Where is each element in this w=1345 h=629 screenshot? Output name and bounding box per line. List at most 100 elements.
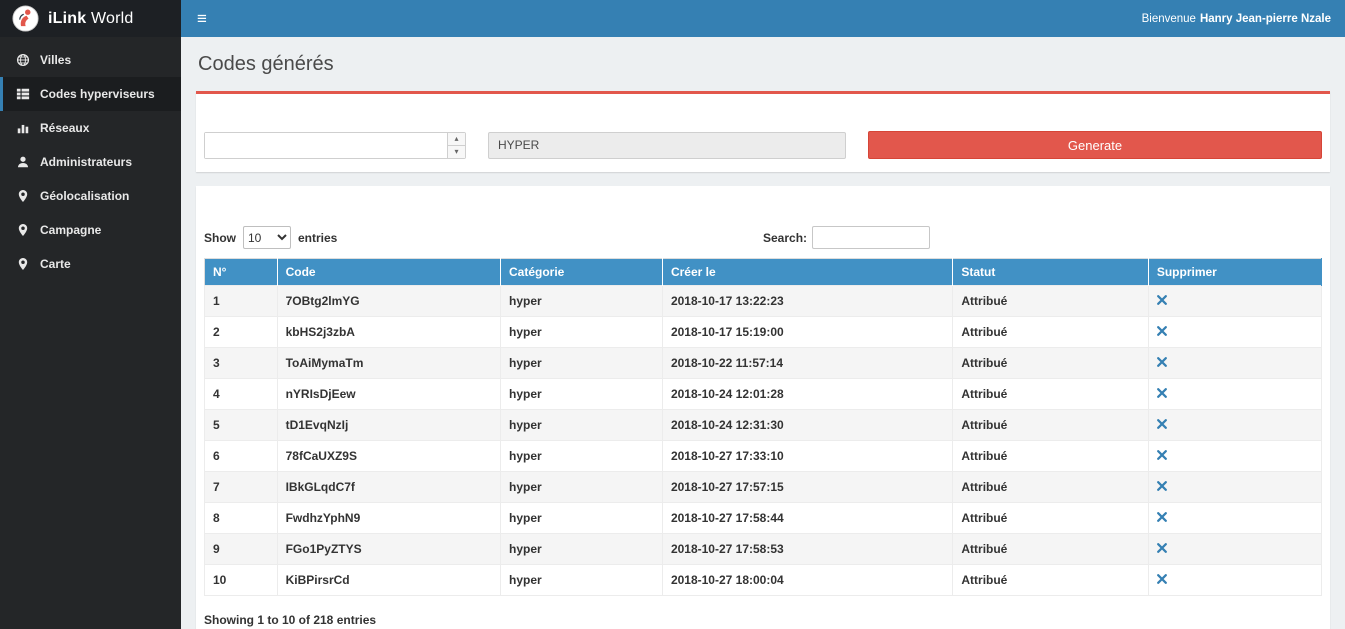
sidebar-item-codes-hyperviseurs[interactable]: Codes hyperviseurs [0, 77, 181, 111]
cell-created: 2018-10-24 12:31:30 [662, 410, 952, 441]
cell-category: hyper [500, 503, 662, 534]
generate-button[interactable]: Generate [868, 131, 1322, 159]
cell-created: 2018-10-27 17:58:53 [662, 534, 952, 565]
cell-num: 3 [205, 348, 278, 379]
column-header-status[interactable]: Statut [953, 259, 1148, 286]
brand-title: iLink World [48, 10, 133, 28]
category-field[interactable] [488, 132, 846, 159]
search-control: Search: [763, 226, 930, 249]
column-header-code[interactable]: Code [277, 259, 500, 286]
table-header-row: N° Code Catégorie Créer le Statut Suppri… [205, 259, 1322, 286]
cell-status: Attribué [953, 348, 1148, 379]
cell-code: 7OBtg2lmYG [277, 286, 500, 317]
sidebar-item-geolocalisation[interactable]: Géolocalisation [0, 179, 181, 213]
sidebar-menu: VillesCodes hyperviseursRéseauxAdministr… [0, 37, 181, 281]
table-row: 17OBtg2lmYGhyper2018-10-17 13:22:23Attri… [205, 286, 1322, 317]
delete-icon[interactable] [1157, 295, 1167, 305]
cell-created: 2018-10-27 17:33:10 [662, 441, 952, 472]
spin-up-icon[interactable]: ▴ [448, 133, 465, 146]
cell-created: 2018-10-17 15:19:00 [662, 317, 952, 348]
cell-delete [1148, 441, 1321, 472]
delete-icon[interactable] [1157, 481, 1167, 491]
search-input[interactable] [812, 226, 930, 249]
marker-icon [16, 223, 30, 237]
cell-delete [1148, 379, 1321, 410]
page-length-control: Show 10 entries [204, 226, 763, 249]
hamburger-icon: ≡ [197, 9, 207, 29]
delete-icon[interactable] [1157, 357, 1167, 367]
delete-icon[interactable] [1157, 512, 1167, 522]
sidebar-item-administrateurs[interactable]: Administrateurs [0, 145, 181, 179]
globe-icon [16, 53, 30, 67]
cell-code: ToAiMymaTm [277, 348, 500, 379]
table-info: Showing 1 to 10 of 218 entries [204, 613, 1322, 627]
show-label: Show [204, 231, 236, 245]
delete-icon[interactable] [1157, 574, 1167, 584]
cell-status: Attribué [953, 565, 1148, 596]
column-header-category[interactable]: Catégorie [500, 259, 662, 286]
delete-icon[interactable] [1157, 326, 1167, 336]
quantity-input[interactable] [205, 133, 447, 158]
cell-created: 2018-10-24 12:01:28 [662, 379, 952, 410]
cell-num: 1 [205, 286, 278, 317]
table-row: 3ToAiMymaTmhyper2018-10-22 11:57:14Attri… [205, 348, 1322, 379]
cell-category: hyper [500, 286, 662, 317]
user-icon [16, 155, 30, 169]
column-header-delete[interactable]: Supprimer [1148, 259, 1321, 286]
cell-status: Attribué [953, 410, 1148, 441]
cell-code: tD1EvqNzIj [277, 410, 500, 441]
cell-category: hyper [500, 379, 662, 410]
delete-icon[interactable] [1157, 388, 1167, 398]
cell-delete [1148, 348, 1321, 379]
cell-num: 7 [205, 472, 278, 503]
cell-created: 2018-10-27 18:00:04 [662, 565, 952, 596]
delete-icon[interactable] [1157, 419, 1167, 429]
cell-delete [1148, 503, 1321, 534]
cell-status: Attribué [953, 441, 1148, 472]
cell-num: 6 [205, 441, 278, 472]
cell-num: 4 [205, 379, 278, 410]
cell-delete [1148, 565, 1321, 596]
search-label: Search: [763, 231, 807, 245]
entries-label: entries [298, 231, 337, 245]
sidebar-item-campagne[interactable]: Campagne [0, 213, 181, 247]
cell-created: 2018-10-27 17:58:44 [662, 503, 952, 534]
table-row: 2kbHS2j3zbAhyper2018-10-17 15:19:00Attri… [205, 317, 1322, 348]
column-header-created[interactable]: Créer le [662, 259, 952, 286]
chart-icon [16, 121, 30, 135]
marker-icon [16, 257, 30, 271]
cell-code: FGo1PyZTYS [277, 534, 500, 565]
table-row: 7IBkGLqdC7fhyper2018-10-27 17:57:15Attri… [205, 472, 1322, 503]
cell-status: Attribué [953, 534, 1148, 565]
list-icon [16, 87, 30, 101]
cell-status: Attribué [953, 472, 1148, 503]
table-body: 17OBtg2lmYGhyper2018-10-17 13:22:23Attri… [205, 286, 1322, 596]
sidebar-item-reseaux[interactable]: Réseaux [0, 111, 181, 145]
brand-logo-icon [12, 5, 39, 32]
table-row: 678fCaUXZ9Shyper2018-10-27 17:33:10Attri… [205, 441, 1322, 472]
page-length-select[interactable]: 10 [243, 226, 291, 249]
delete-icon[interactable] [1157, 543, 1167, 553]
brand[interactable]: iLink World [0, 0, 181, 37]
cell-category: hyper [500, 534, 662, 565]
cell-num: 9 [205, 534, 278, 565]
codes-table: N° Code Catégorie Créer le Statut Suppri… [204, 258, 1322, 596]
cell-code: kbHS2j3zbA [277, 317, 500, 348]
welcome-message: Bienvenue Hanry Jean-pierre Nzale [1142, 0, 1345, 37]
spinner-buttons: ▴ ▾ [447, 133, 465, 158]
sidebar: VillesCodes hyperviseursRéseauxAdministr… [0, 37, 181, 629]
sidebar-toggle-button[interactable]: ≡ [181, 0, 223, 37]
quantity-stepper: ▴ ▾ [204, 132, 466, 159]
topbar: iLink World ≡ Bienvenue Hanry Jean-pierr… [0, 0, 1345, 37]
cell-category: hyper [500, 565, 662, 596]
marker-icon [16, 189, 30, 203]
cell-delete [1148, 534, 1321, 565]
cell-status: Attribué [953, 379, 1148, 410]
column-header-num[interactable]: N° [205, 259, 278, 286]
delete-icon[interactable] [1157, 450, 1167, 460]
main-content: Codes générés ▴ ▾ Generate Show 10 entri… [181, 37, 1345, 629]
cell-delete [1148, 286, 1321, 317]
spin-down-icon[interactable]: ▾ [448, 146, 465, 158]
sidebar-item-villes[interactable]: Villes [0, 43, 181, 77]
sidebar-item-carte[interactable]: Carte [0, 247, 181, 281]
